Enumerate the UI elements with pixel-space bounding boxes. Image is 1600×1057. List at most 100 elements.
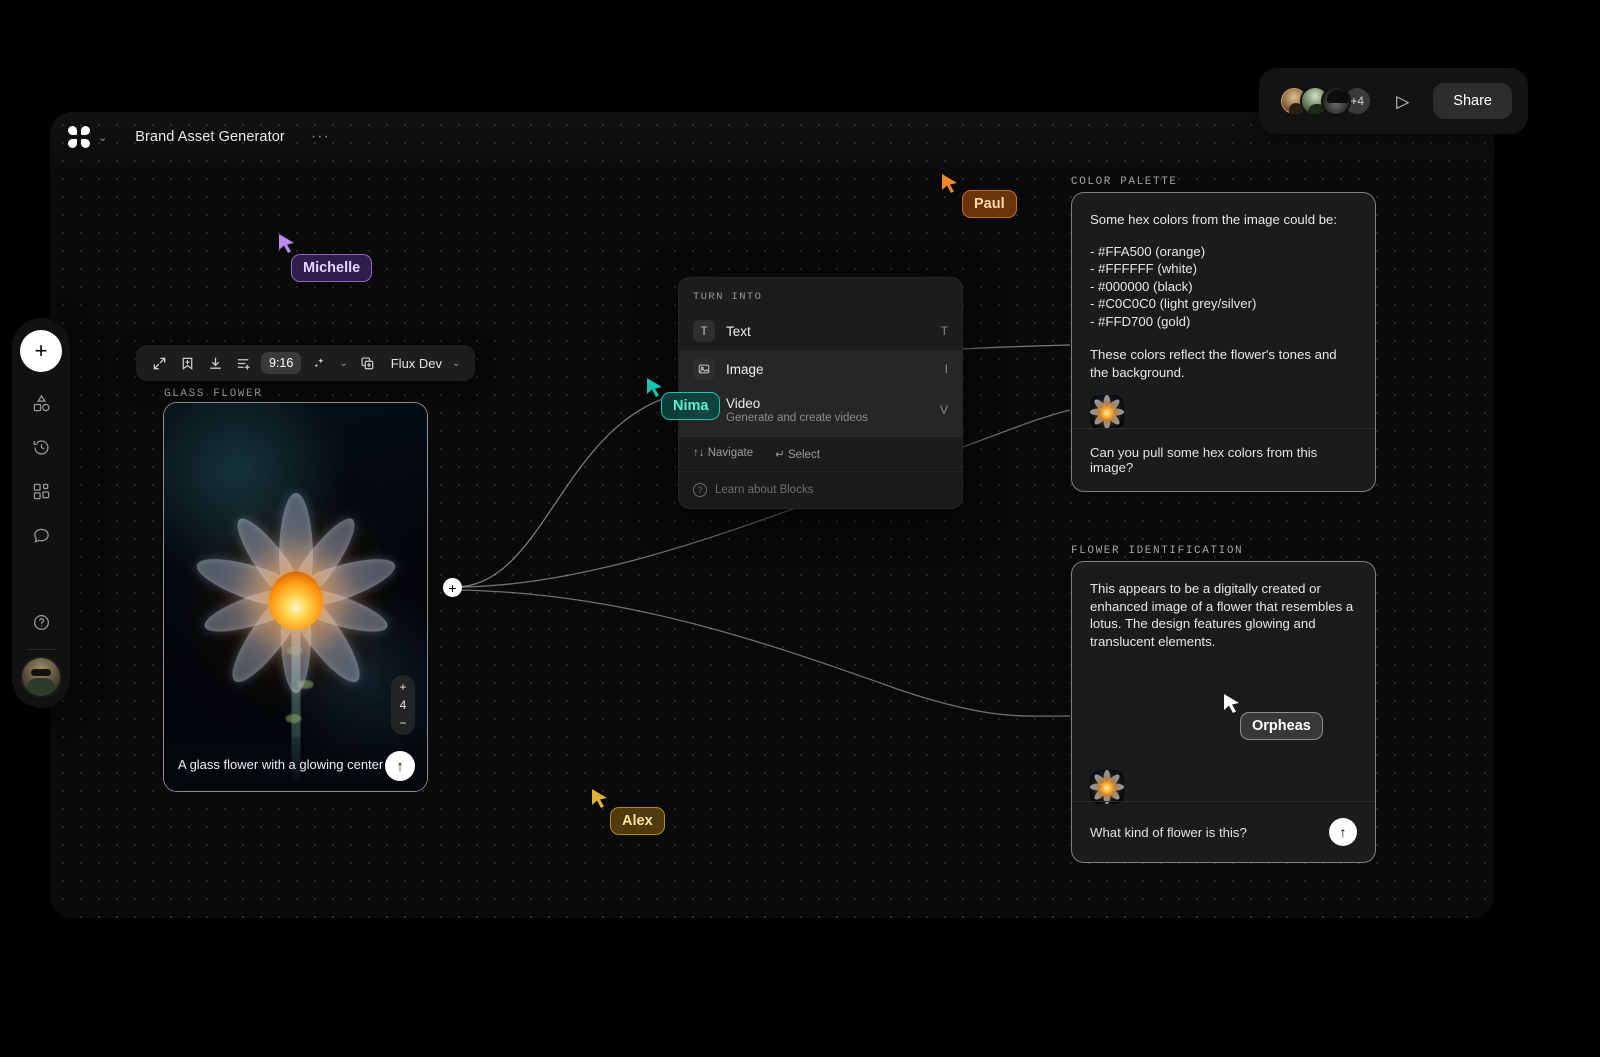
cursor-label: Michelle — [291, 254, 373, 282]
clover-logo-icon[interactable] — [68, 126, 90, 148]
navigate-hint: ↑↓ Navigate — [693, 447, 753, 461]
menu-item-label: Video — [726, 396, 761, 411]
help-icon[interactable] — [20, 601, 62, 643]
menu-heading: TURN INTO — [693, 291, 763, 303]
menu-item-video[interactable]: Video Generate and create videos V — [679, 388, 962, 436]
comment-icon[interactable] — [20, 514, 62, 556]
share-button[interactable]: Share — [1433, 83, 1512, 119]
palette-color-list: - #FFA500 (orange) - #FFFFFF (white) - #… — [1090, 243, 1357, 331]
flower-id-question-text: What kind of flower is this? — [1090, 824, 1247, 840]
cursor-pointer-icon — [279, 234, 294, 253]
image-icon — [693, 358, 715, 380]
navigate-key: ↑↓ — [693, 447, 705, 459]
aspect-ratio-button[interactable]: 9:16 — [261, 352, 302, 374]
page-title: Brand Asset Generator — [135, 129, 285, 145]
chevron-down-icon[interactable]: ⌄ — [98, 131, 107, 144]
cursor-label: Nima — [661, 392, 721, 420]
model-chevron-icon: ⌄ — [452, 357, 461, 369]
text-icon: T — [693, 320, 715, 342]
select-key: ↵ — [775, 449, 785, 461]
stepper-increment[interactable]: + — [399, 680, 406, 694]
connection-hub-node[interactable]: + — [443, 578, 462, 597]
cursor-label: Paul — [962, 190, 1017, 218]
history-icon[interactable] — [20, 426, 62, 468]
cursor-alex: Alex — [590, 787, 665, 835]
image-submit-button[interactable]: ↑ — [385, 751, 415, 781]
cursor-pointer-icon — [942, 174, 957, 193]
flower-thumbnail — [1090, 395, 1124, 430]
learn-label: Learn about Blocks — [715, 484, 814, 496]
color-palette-label: COLOR PALETTE — [1071, 176, 1178, 188]
duplicate-icon[interactable] — [355, 350, 381, 376]
stepper-value: 4 — [399, 698, 407, 712]
model-name: Flux Dev — [390, 355, 443, 371]
bookmark-add-icon[interactable] — [174, 350, 200, 376]
menu-footer-hints: ↑↓ Navigate ↵ Select — [679, 436, 962, 471]
palette-color-item: - #FFFFFF (white) — [1090, 261, 1197, 277]
flower-thumbnail — [1090, 770, 1124, 805]
shapes-icon[interactable] — [20, 382, 62, 424]
palette-intro: Some hex colors from the image could be: — [1090, 212, 1338, 227]
add-block-button[interactable]: + — [20, 330, 62, 372]
menu-item-shortcut: V — [939, 403, 948, 417]
menu-item-label: Image — [726, 361, 764, 377]
palette-color-item: - #C0C0C0 (light grey/silver) — [1090, 296, 1257, 312]
cursor-label: Alex — [610, 807, 665, 835]
cursor-michelle: Michelle — [277, 232, 373, 282]
navigate-label: Navigate — [707, 447, 754, 459]
palette-color-item: - #FFA500 (orange) — [1090, 243, 1206, 259]
flower-id-submit-button[interactable]: ↑ — [1329, 818, 1357, 846]
stepper-decrement[interactable]: − — [399, 716, 406, 730]
avatar-stack[interactable]: +4 — [1279, 86, 1373, 116]
menu-item-shortcut: T — [940, 324, 948, 338]
menu-item-label: Text — [726, 323, 751, 339]
menu-item-subtitle: Generate and create videos — [726, 412, 868, 424]
flower-id-label: FLOWER IDENTIFICATION — [1071, 545, 1244, 557]
model-selector[interactable]: Flux Dev ⌄ — [383, 356, 466, 371]
collaboration-toolbar: +4 ▷ Share — [1259, 68, 1528, 134]
palette-color-item: - #FFD700 (gold) — [1090, 313, 1191, 329]
sidebar-divider — [27, 649, 55, 650]
sparkle-icon[interactable] — [306, 350, 332, 376]
image-block-label: GLASS FLOWER — [164, 388, 263, 400]
flower-id-answer: This appears to be a digitally created o… — [1090, 581, 1354, 649]
palette-question-row[interactable]: Can you pull some hex colors from this i… — [1072, 428, 1375, 491]
cursor-pointer-icon — [1224, 694, 1239, 713]
question-icon: ? — [693, 483, 707, 497]
cursor-paul: Paul — [940, 172, 1017, 218]
user-avatar[interactable] — [22, 658, 60, 696]
left-sidebar: + — [12, 318, 70, 708]
select-hint: ↵ Select — [775, 447, 820, 461]
list-add-icon[interactable] — [230, 350, 256, 376]
cursor-pointer-icon — [592, 789, 607, 808]
palette-question-text: Can you pull some hex colors from this i… — [1090, 445, 1318, 475]
cursor-orpheas: Orpheas — [1222, 692, 1323, 740]
app-header: ⌄ Brand Asset Generator ··· — [68, 126, 330, 148]
header-more-button[interactable]: ··· — [311, 129, 330, 145]
variation-stepper[interactable]: + 4 − — [391, 675, 415, 735]
palette-attachment[interactable] — [1090, 395, 1357, 430]
menu-item-image[interactable]: Image I — [679, 350, 962, 388]
blocks-icon[interactable] — [20, 470, 62, 512]
present-icon[interactable]: ▷ — [1388, 89, 1417, 114]
palette-color-item: - #000000 (black) — [1090, 278, 1193, 294]
generated-flower-image — [164, 403, 427, 791]
cursor-nima: Nima — [645, 376, 721, 420]
download-icon[interactable] — [202, 350, 228, 376]
sparkle-chevron-icon[interactable]: ⌄ — [334, 358, 352, 369]
image-prompt-text: A glass flower with a glowing center — [178, 756, 384, 772]
turn-into-menu: TURN INTO T Text T Image I Video Generat… — [678, 277, 963, 509]
menu-item-text[interactable]: T Text T — [679, 312, 962, 350]
flower-id-question-row[interactable]: What kind of flower is this? ↑ — [1072, 801, 1375, 862]
image-block-toolbar: 9:16 ⌄ Flux Dev ⌄ — [136, 345, 476, 381]
learn-about-blocks-link[interactable]: ? Learn about Blocks — [679, 471, 962, 508]
image-block[interactable]: + 4 − A glass flower with a glowing cent… — [163, 402, 428, 792]
cursor-label: Orpheas — [1240, 712, 1323, 740]
select-label: Select — [787, 449, 820, 461]
flower-glow-center — [268, 571, 323, 630]
flower-id-body: This appears to be a digitally created o… — [1072, 562, 1375, 805]
palette-outro: These colors reflect the flower's tones … — [1090, 347, 1337, 380]
color-palette-card[interactable]: Some hex colors from the image could be:… — [1071, 192, 1376, 492]
flower-id-attachment[interactable] — [1090, 770, 1357, 805]
expand-icon[interactable] — [146, 350, 172, 376]
